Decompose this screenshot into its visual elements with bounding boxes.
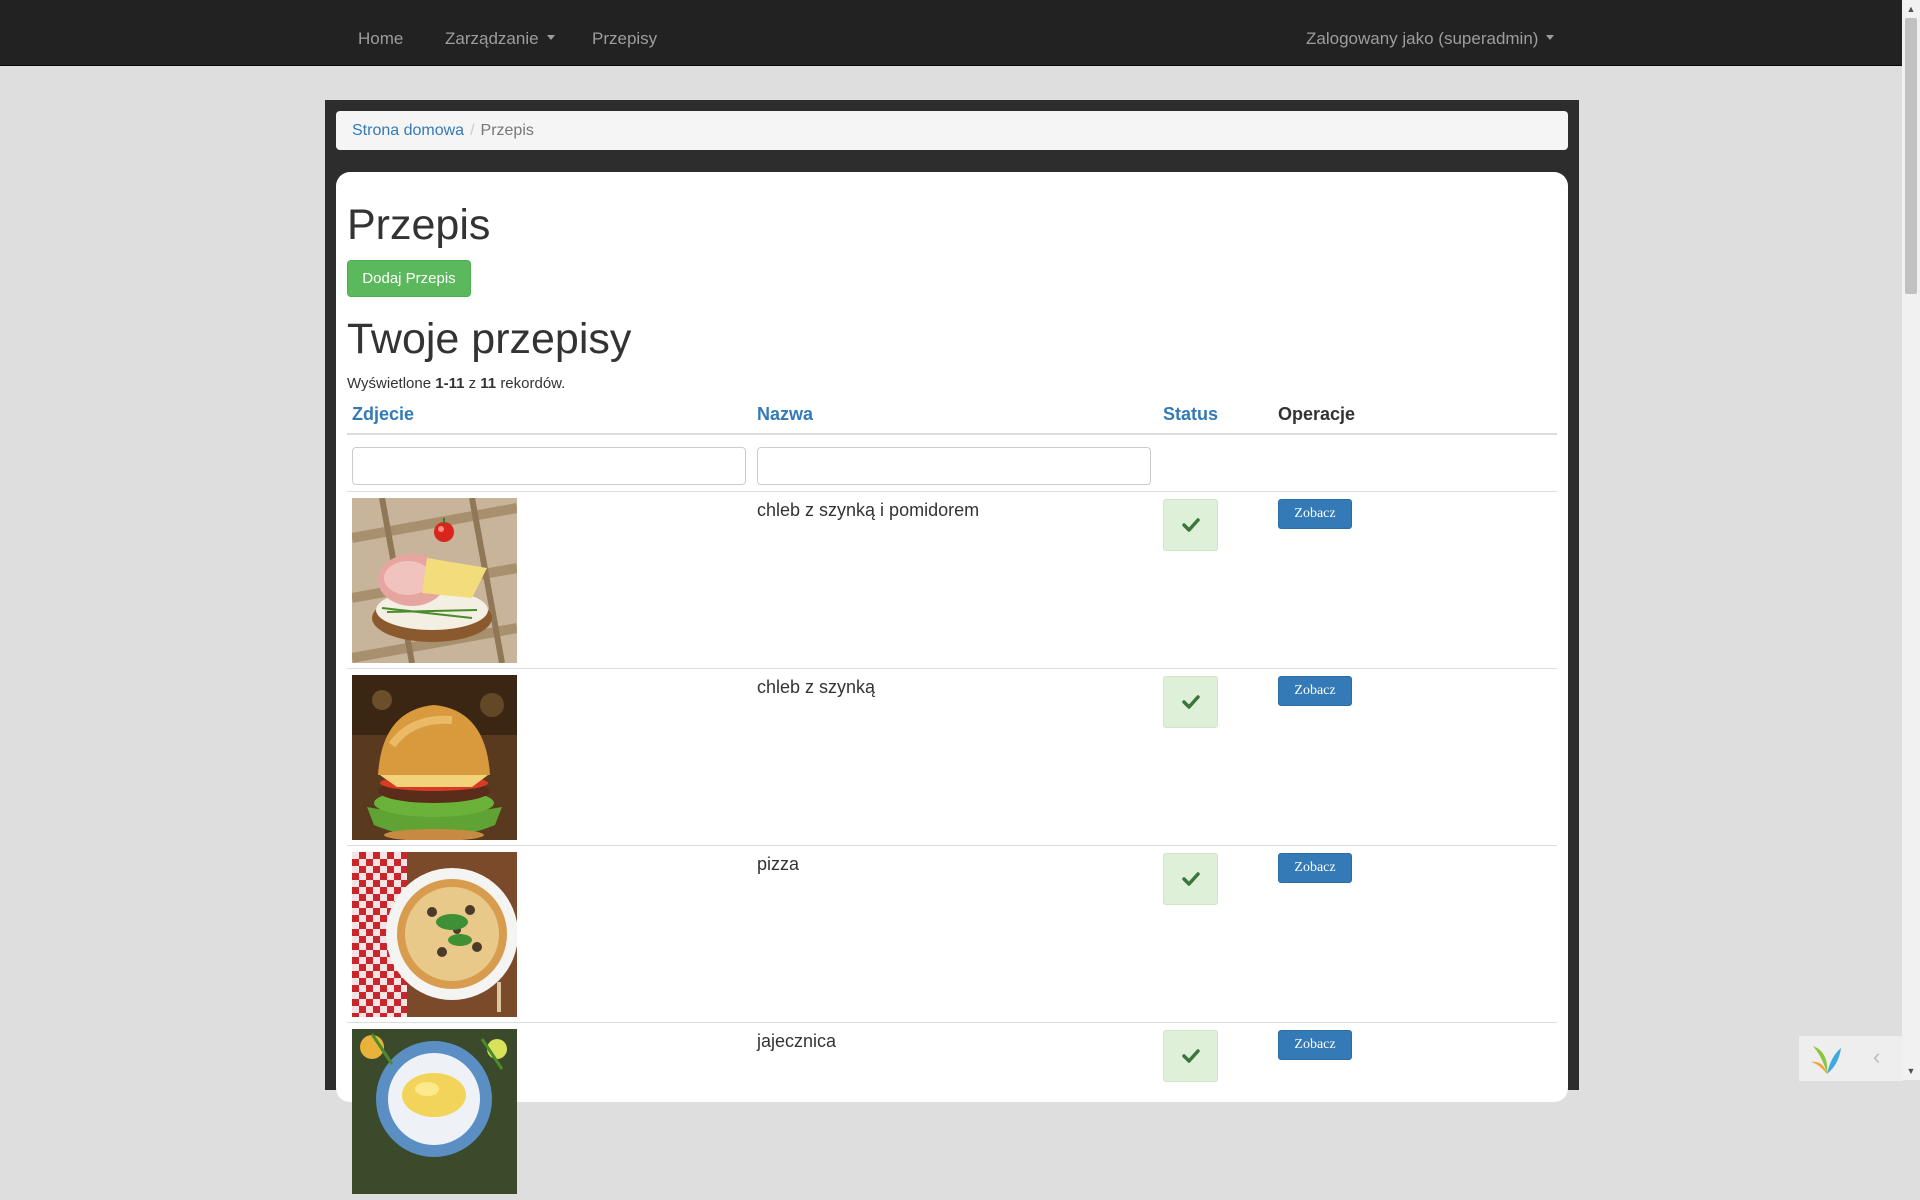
burger-photo (352, 675, 517, 840)
scroll-down-arrow-icon[interactable]: ▼ (1902, 1062, 1920, 1080)
summary-prefix: Wyświetlone (347, 375, 432, 392)
column-header-name[interactable]: Nazwa (757, 404, 813, 425)
filter-photo-input[interactable] (352, 447, 746, 485)
view-button[interactable]: Zobacz (1278, 499, 1352, 529)
table-row: jajecznica Zobacz (347, 1023, 1557, 1200)
chevron-left-icon[interactable]: ‹ (1873, 1044, 1880, 1070)
nav-manage-label: Zarządzanie (445, 29, 539, 48)
debug-toolbar-toggle[interactable]: ‹ (1798, 1035, 1903, 1081)
user-menu-dropdown[interactable]: Zalogowany jako (superadmin) (1306, 0, 1555, 65)
status-badge (1163, 853, 1218, 905)
summary-total: 11 (480, 375, 497, 392)
check-icon (1181, 1049, 1200, 1063)
check-icon (1181, 695, 1200, 709)
nav-manage-dropdown[interactable]: Zarządzanie (445, 0, 555, 65)
caret-down-icon (546, 35, 555, 41)
top-navbar: Home Zarządzanie Przepisy Zalogowany jak… (0, 0, 1902, 66)
vertical-scrollbar[interactable]: ▲ ▼ (1902, 0, 1920, 1080)
breadcrumb-home-link[interactable]: Strona domowa (352, 122, 464, 139)
scroll-thumb[interactable] (1905, 18, 1917, 294)
header-divider (347, 433, 1557, 435)
recipe-name: chleb z szynką i pomidorem (757, 500, 980, 520)
pizza-photo (352, 852, 517, 1017)
nav-home[interactable]: Home (358, 0, 403, 65)
view-button[interactable]: Zobacz (1278, 676, 1352, 706)
table-row: pizza Zobacz (347, 846, 1557, 1023)
table-row: chleb z szynką i pomidorem Zobacz (347, 492, 1557, 669)
ham-sandwich-photo (352, 498, 517, 663)
table-row: chleb z szynką Zobacz (347, 669, 1557, 846)
add-recipe-button[interactable]: Dodaj Przepis (347, 260, 471, 297)
breadcrumb: Strona domowa / Przepis (336, 111, 1568, 150)
breadcrumb-separator: / (470, 122, 475, 139)
recipe-name: pizza (757, 854, 800, 874)
grid-summary: Wyświetlone 1-11 z 11 rekordów. (347, 375, 565, 392)
section-title: Twoje przepisy (347, 315, 632, 363)
caret-down-icon (1546, 35, 1555, 41)
check-icon (1181, 872, 1200, 886)
main-container: Strona domowa / Przepis Przepis Dodaj Prze… (325, 100, 1579, 1194)
content-panel: Przepis Dodaj Przepis Twoje przepisy Wyś… (336, 172, 1568, 1194)
view-button[interactable]: Zobacz (1278, 1030, 1352, 1060)
view-button[interactable]: Zobacz (1278, 853, 1352, 883)
scrambled-eggs-photo (352, 1029, 517, 1194)
yii-logo-icon (1811, 1046, 1841, 1074)
filter-name-input[interactable] (757, 447, 1151, 485)
status-badge (1163, 1030, 1218, 1082)
summary-suffix: rekordów. (500, 375, 566, 392)
page-title: Przepis (347, 201, 491, 249)
summary-range: 1-11 (435, 375, 465, 392)
column-header-status[interactable]: Status (1163, 404, 1218, 425)
column-header-photo[interactable]: Zdjecie (352, 404, 414, 425)
recipe-name: chleb z szynką (757, 677, 876, 697)
user-menu-label: Zalogowany jako (superadmin) (1306, 29, 1539, 48)
check-icon (1181, 518, 1200, 532)
recipe-name: jajecznica (757, 1031, 837, 1051)
status-badge (1163, 676, 1218, 728)
scroll-up-arrow-icon[interactable]: ▲ (1902, 0, 1920, 18)
nav-recipes[interactable]: Przepisy (592, 0, 657, 65)
breadcrumb-current: Przepis (480, 122, 534, 139)
summary-of: z (468, 375, 477, 392)
status-badge (1163, 499, 1218, 551)
column-header-operations: Operacje (1278, 404, 1356, 424)
